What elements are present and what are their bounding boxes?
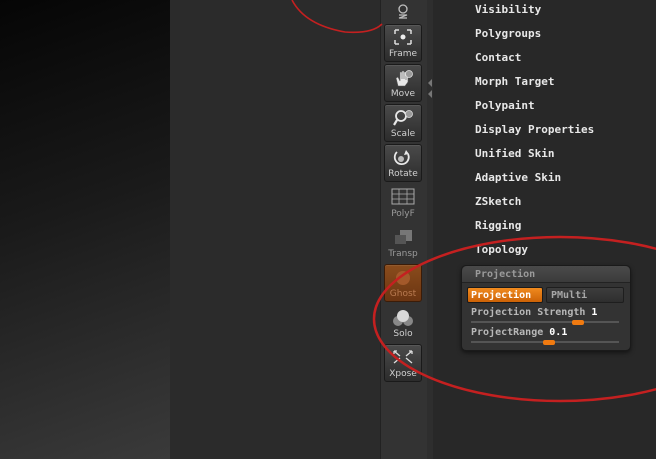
move-label: Move	[390, 89, 416, 99]
transparency-icon	[385, 228, 421, 248]
menu-item-polygroups[interactable]: Polygroups	[475, 24, 541, 44]
solo-label: Solo	[393, 329, 413, 339]
rotate-icon	[385, 148, 421, 168]
projection-strength-slider[interactable]: Projection Strength 1	[467, 306, 625, 325]
scale-label: Scale	[390, 129, 416, 139]
ghost-button[interactable]: Ghost	[384, 264, 422, 302]
transp-label: Transp	[388, 249, 418, 259]
polyf-label: PolyF	[391, 209, 415, 219]
tool-palette	[433, 0, 656, 459]
scale-button[interactable]: Scale	[384, 104, 422, 142]
xpose-label: Xpose	[389, 369, 417, 379]
move-hand-icon	[385, 68, 421, 88]
xpose-arrows-icon	[385, 348, 421, 368]
projection-toggle-button[interactable]: Projection	[467, 287, 543, 303]
project-range-value: 0.1	[549, 327, 568, 338]
rotate-button[interactable]: Rotate	[384, 144, 422, 182]
xpose-button[interactable]: Xpose	[384, 344, 422, 382]
projection-panel: Projection Projection PMulti Projection …	[461, 265, 631, 351]
polyframe-grid-icon	[385, 188, 421, 208]
menu-item-morph-target[interactable]: Morph Target	[475, 72, 554, 92]
project-range-slider[interactable]: ProjectRange 0.1	[467, 326, 625, 345]
projection-strength-label-wrap: Projection Strength 1	[471, 306, 597, 320]
menu-item-zsketch[interactable]: ZSketch	[475, 192, 521, 212]
polyf-button[interactable]: PolyF	[384, 184, 422, 222]
ghost-icon	[385, 268, 421, 288]
rotate-label: Rotate	[388, 169, 418, 179]
menu-item-polypaint[interactable]: Polypaint	[475, 96, 535, 116]
solo-button[interactable]: Solo	[384, 304, 422, 342]
solo-icon	[385, 308, 421, 328]
canvas-viewport[interactable]	[0, 0, 170, 459]
menu-item-rigging[interactable]: Rigging	[475, 216, 521, 236]
frame-label: Frame	[388, 49, 418, 59]
projection-panel-title[interactable]: Projection	[462, 266, 630, 283]
menu-item-topology[interactable]: Topology	[475, 240, 528, 260]
menu-item-display-properties[interactable]: Display Properties	[475, 120, 594, 140]
scale-magnifier-icon	[385, 108, 421, 128]
projection-strength-thumb[interactable]	[571, 320, 584, 325]
projection-strength-value: 1	[591, 307, 598, 318]
transp-button[interactable]: Transp	[384, 224, 422, 262]
project-range-label-wrap: ProjectRange 0.1	[471, 326, 567, 340]
menu-item-contact[interactable]: Contact	[475, 48, 521, 68]
symmetry-xyz-icon[interactable]	[394, 3, 412, 19]
pmulti-toggle-button[interactable]: PMulti	[546, 287, 624, 303]
projection-strength-label: Projection Strength	[471, 307, 586, 318]
project-range-label: ProjectRange	[471, 327, 544, 338]
menu-item-visibility[interactable]: Visibility	[475, 0, 541, 20]
frame-icon	[385, 28, 421, 48]
menu-item-adaptive-skin[interactable]: Adaptive Skin	[475, 168, 561, 188]
project-range-track[interactable]	[471, 340, 619, 345]
document-canvas[interactable]	[170, 0, 380, 459]
move-button[interactable]: Move	[384, 64, 422, 102]
project-range-thumb[interactable]	[543, 340, 556, 345]
frame-button[interactable]: Frame	[384, 24, 422, 62]
menu-item-unified-skin[interactable]: Unified Skin	[475, 144, 554, 164]
projection-strength-track[interactable]	[471, 320, 619, 325]
ghost-label: Ghost	[389, 289, 417, 299]
